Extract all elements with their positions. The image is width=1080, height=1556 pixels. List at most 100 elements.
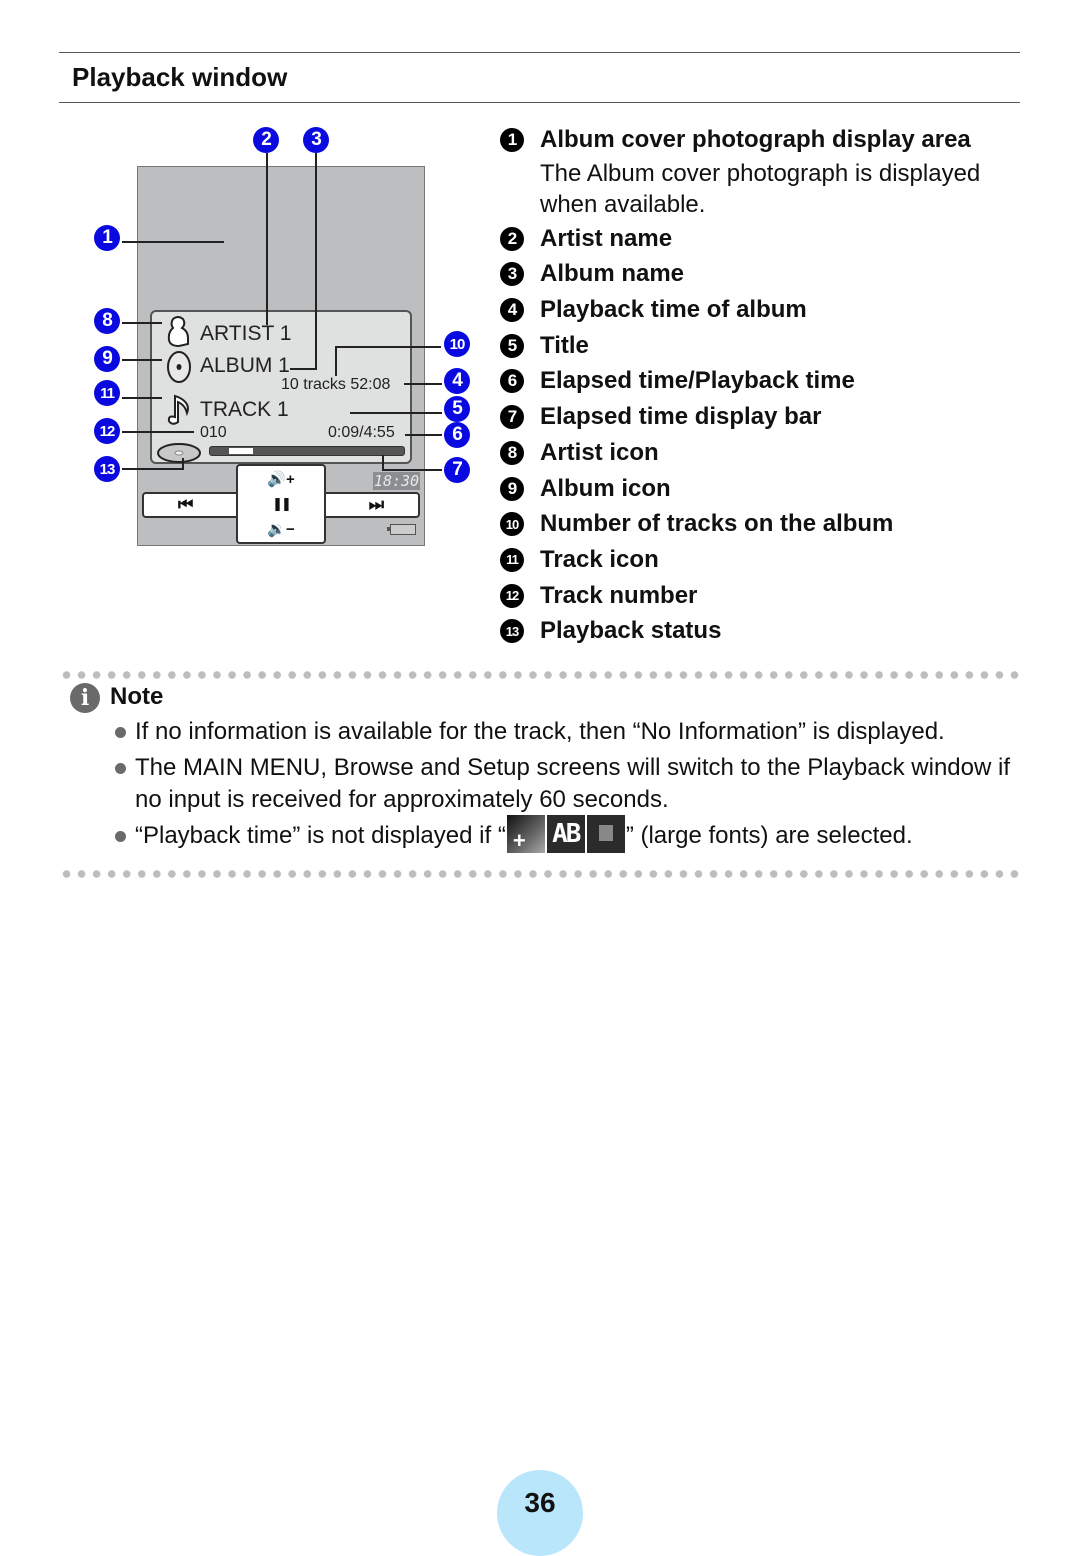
legend-label: Elapsed time/Playback time	[540, 367, 855, 395]
playback-status-icon	[157, 443, 201, 463]
legend-number: 6	[500, 369, 524, 394]
previous-button[interactable]: ⏮	[178, 495, 193, 515]
legend-label: Track number	[540, 581, 698, 609]
legend-number: 11	[500, 547, 524, 572]
top-rule	[59, 52, 1020, 53]
callout-line-2	[266, 153, 268, 325]
section-title: Playback window	[72, 62, 288, 92]
elapsed-time-bar	[209, 446, 405, 456]
callout-badge-12: 12	[94, 418, 120, 444]
legend-label: Track icon	[540, 545, 659, 573]
legend-description: The Album cover photograph is displayed …	[540, 159, 981, 218]
callout-badge-6: 6	[444, 422, 470, 448]
legend-number: 2	[500, 226, 524, 251]
elapsed-time: 0:09/4:55	[328, 424, 395, 441]
legend-label: Album icon	[540, 474, 671, 502]
callout-line-3	[315, 153, 317, 369]
note-item-3: “Playback time” is not displayed if “ AB ”…	[114, 814, 1014, 857]
battery-icon	[387, 524, 416, 535]
legend-label: Playback status	[540, 617, 722, 645]
title-rule	[59, 102, 1020, 103]
note-title: Note	[110, 683, 164, 710]
album-name: ALBUM 1	[200, 354, 290, 377]
legend-item-12: 12 Track number	[500, 580, 1020, 616]
legend-number: 4	[500, 298, 524, 323]
callout-line-5	[350, 412, 442, 414]
callout-line-1	[122, 241, 224, 243]
track-icon	[167, 394, 189, 425]
callout-badge-9: 9	[94, 346, 120, 372]
track-number: 010	[200, 424, 227, 441]
volume-up-button[interactable]: 🔊+	[267, 470, 294, 488]
legend-number: 1	[500, 128, 524, 152]
callout-line-6	[405, 434, 442, 436]
legend-item-8: 8 Artist icon	[500, 437, 1020, 473]
legend-item-5: 5 Title	[500, 330, 1020, 366]
legend-number: 5	[500, 333, 524, 358]
note-bottom-divider	[59, 870, 1021, 878]
pause-button[interactable]: ❚❚	[272, 496, 292, 512]
note-item-3-text-before: “Playback time” is not displayed if “	[135, 822, 506, 849]
callout-badge-4: 4	[444, 368, 470, 394]
legend-number: 10	[500, 512, 524, 537]
callout-badge-2: 2	[253, 127, 279, 153]
callout-line-13	[122, 468, 184, 470]
album-icon	[167, 351, 191, 383]
legend-item-1: 1 Album cover photograph display area	[500, 124, 1020, 160]
legend-item-13: 13 Playback status	[500, 615, 1020, 651]
legend-label: Number of tracks on the album	[540, 510, 894, 538]
legend-number: 3	[500, 262, 524, 287]
volume-down-button[interactable]: 🔉−	[267, 520, 294, 538]
legend-label: Elapsed time display bar	[540, 403, 822, 431]
legend-item-9: 9 Album icon	[500, 473, 1020, 509]
legend-item-10: 10 Number of tracks on the album	[500, 508, 1020, 544]
callout-line-12	[122, 431, 194, 433]
legend-label: Title	[540, 331, 589, 359]
callout-badge-7: 7	[444, 457, 470, 483]
callout-line-7	[382, 469, 442, 471]
legend-number: 8	[500, 440, 524, 465]
track-title: TRACK 1	[200, 398, 289, 421]
callout-badge-5: 5	[444, 396, 470, 422]
callout-badge-8: 8	[94, 308, 120, 334]
callout-line-4	[404, 383, 442, 385]
callout-badge-3: 3	[303, 127, 329, 153]
callout-line-7-v	[382, 455, 384, 470]
callout-badge-11: 11	[94, 380, 120, 406]
page-number: 36	[497, 1470, 583, 1556]
legend-label: Album name	[540, 260, 685, 288]
legend-item-6: 6 Elapsed time/Playback time	[500, 365, 1020, 401]
clock-display: 18:30	[373, 472, 420, 490]
callout-line-9	[122, 359, 162, 361]
note-item-2: The MAIN MENU, Browse and Setup screens …	[114, 752, 1014, 816]
volume-pause-pad: 🔊+ ❚❚ 🔉−	[236, 464, 326, 544]
artist-icon	[167, 316, 189, 348]
legend-label: Artist name	[540, 224, 673, 252]
callout-line-11	[122, 397, 162, 399]
artist-name: ARTIST 1	[200, 322, 292, 345]
next-button[interactable]: ⏭	[369, 495, 384, 515]
note-top-divider	[59, 671, 1021, 679]
legend-number: 7	[500, 405, 524, 430]
legend-number: 13	[500, 619, 524, 644]
callout-line-8	[122, 322, 162, 324]
callout-badge-1: 1	[94, 225, 120, 251]
callout-line-13-v	[182, 458, 184, 470]
note-list: If no information is available for the t…	[114, 716, 1014, 857]
note-item-3-text-after: ” (large fonts) are selected.	[625, 822, 913, 849]
callout-badge-10: 10	[444, 331, 470, 357]
legend-label: Album cover photograph display area	[540, 126, 971, 153]
legend-item-7: 7 Elapsed time display bar	[500, 401, 1020, 437]
legend-item-11: 11 Track icon	[500, 544, 1020, 580]
callout-badge-13: 13	[94, 456, 120, 482]
legend-item-4: 4 Playback time of album	[500, 294, 1020, 330]
note-item-1: If no information is available for the t…	[114, 716, 1014, 748]
portrait-image-icon	[586, 814, 625, 853]
album-tracks-time: 10 tracks 52:08	[281, 376, 391, 393]
zoom-image-icon	[506, 814, 545, 857]
elapsed-time-bar-thumb	[228, 448, 253, 454]
legend-number: 12	[500, 583, 524, 608]
legend-item-3: 3 Album name	[500, 258, 1020, 294]
legend-list: 1 Album cover photograph display area Th…	[500, 124, 1020, 651]
legend-label: Playback time of album	[540, 296, 807, 324]
